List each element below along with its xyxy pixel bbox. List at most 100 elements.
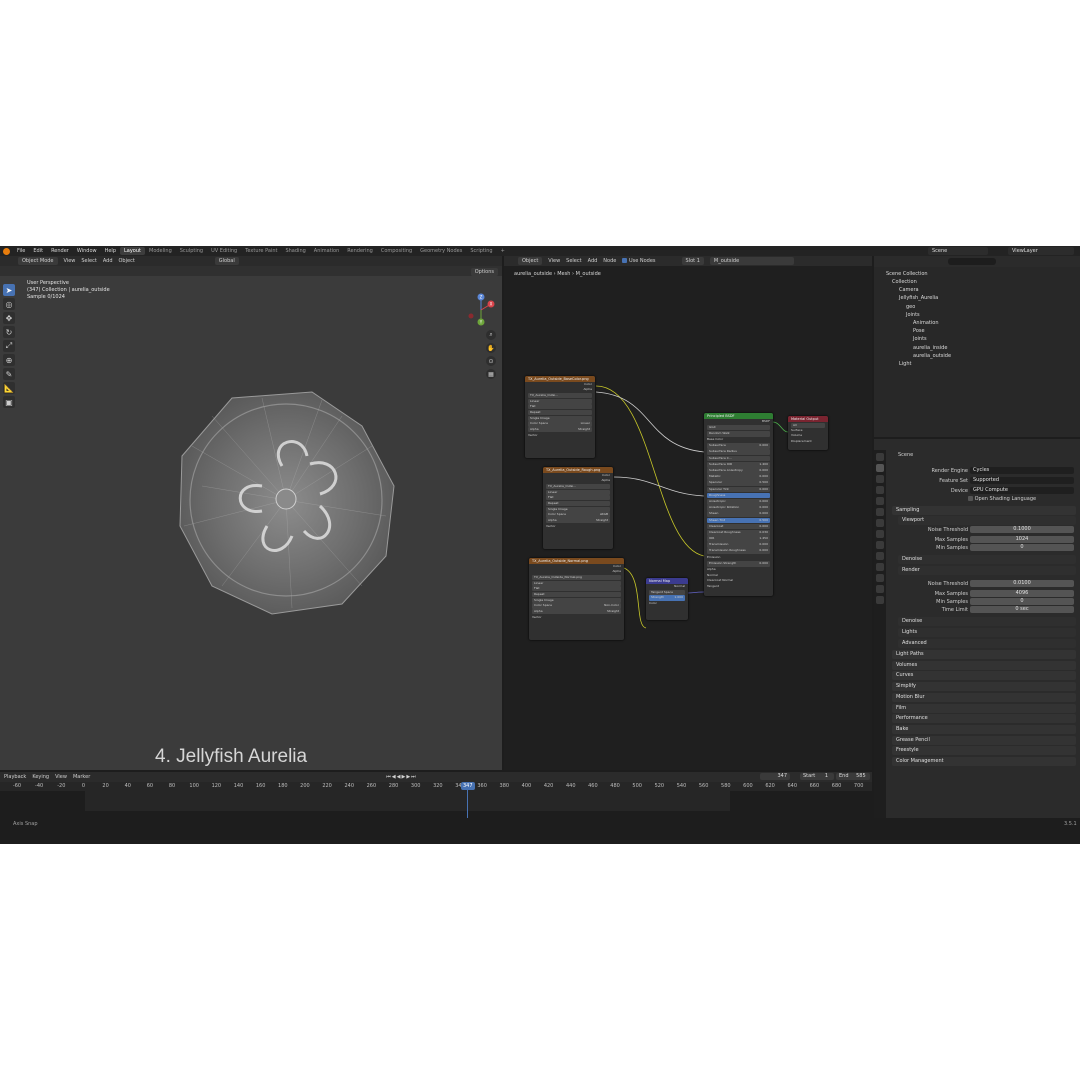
object-tab-icon[interactable]	[876, 519, 884, 527]
timeline-menu-keying[interactable]: Keying	[32, 774, 49, 780]
output-tab-icon[interactable]	[876, 475, 884, 483]
3d-viewport[interactable]: Object Mode View Select Add Object Globa…	[0, 256, 502, 770]
viewport-menu-select[interactable]: Select	[81, 258, 96, 264]
scale-tool-icon[interactable]: ⤢	[3, 340, 15, 352]
osl-checkbox[interactable]: Open Shading Language	[968, 496, 1036, 504]
bsdf-input-row[interactable]: GGX	[707, 424, 770, 431]
viewport-menu-object[interactable]: Object	[119, 258, 135, 264]
bsdf-input-row[interactable]: Metallic 0.000	[707, 474, 770, 480]
render-subpanel[interactable]: Render	[898, 566, 1076, 575]
bsdf-input-row[interactable]: Subsurface Radius	[707, 449, 770, 456]
max-samples-vp-field[interactable]: 1024	[970, 536, 1074, 543]
bsdf-input-row[interactable]: Clearcoat Roughness 0.030	[707, 529, 770, 536]
extension-dropdown[interactable]: Repeat	[546, 500, 610, 507]
interpolation-dropdown[interactable]: Linear	[528, 398, 592, 404]
viewport-subpanel[interactable]: Viewport	[898, 516, 1076, 525]
sampling-panel[interactable]: Sampling	[892, 506, 1076, 515]
options-dropdown[interactable]: Options	[470, 268, 498, 276]
bsdf-input-row[interactable]: Roughness	[707, 492, 770, 499]
tab-sculpting[interactable]: Sculpting	[176, 247, 207, 255]
tab-geometry-nodes[interactable]: Geometry Nodes	[416, 247, 466, 255]
time-limit-field[interactable]: 0 sec	[970, 606, 1074, 613]
end-frame-field[interactable]: End 585	[836, 773, 870, 780]
projection-dropdown[interactable]: Flat	[532, 586, 621, 592]
transform-tool-icon[interactable]: ⊕	[3, 354, 15, 366]
noise-threshold-r-field[interactable]: 0.0100	[970, 580, 1074, 587]
cursor-tool-icon[interactable]: ◎	[3, 298, 15, 310]
denoise-vp-subpanel[interactable]: Denoise	[898, 555, 1076, 564]
outliner-item[interactable]: Collection	[892, 278, 917, 286]
annotate-tool-icon[interactable]: ✎	[3, 368, 15, 380]
normal-map-node[interactable]: Normal Map Normal Tangent Space Strength…	[646, 578, 688, 620]
render-tab-icon[interactable]	[876, 464, 884, 472]
strength-slider[interactable]: Strength 1.000	[649, 595, 685, 601]
timeline-menu-view[interactable]: View	[55, 774, 67, 780]
target-dropdown[interactable]: All	[791, 422, 825, 428]
panel-grease-pencil[interactable]: Grease Pencil	[892, 735, 1076, 745]
physics-tab-icon[interactable]	[876, 552, 884, 560]
timeline-menu-marker[interactable]: Marker	[73, 774, 90, 780]
bsdf-input-row[interactable]: Subsurface Anisotropy 0.000	[707, 468, 770, 474]
outliner[interactable]: Scene Collection Collection Camera Jellyfi…	[874, 256, 1080, 437]
color-space-dropdown[interactable]: Color Space Linear	[528, 421, 592, 427]
menu-edit[interactable]: Edit	[29, 248, 47, 254]
scene-tab-icon[interactable]	[876, 497, 884, 505]
outliner-item[interactable]: Camera	[899, 286, 919, 294]
alpha-dropdown[interactable]: Alpha Straight	[532, 609, 621, 615]
menu-help[interactable]: Help	[101, 248, 120, 254]
texture-tab-icon[interactable]	[876, 596, 884, 604]
image-selector[interactable]: TX_Aurelia_Outside_Normal.png	[532, 574, 621, 581]
move-tool-icon[interactable]: ✥	[3, 312, 15, 324]
add-cube-tool-icon[interactable]: ▣	[3, 396, 15, 408]
tab-rendering[interactable]: Rendering	[343, 247, 377, 255]
menu-file[interactable]: File	[13, 248, 29, 254]
world-tab-icon[interactable]	[876, 508, 884, 516]
playback-controls-icon[interactable]: ⏮◀◀▶▶⏭	[386, 774, 416, 780]
timeline-ruler[interactable]: -60 -40 -20 0 20 40 60 80 100 120 140 160 180 200 220 2…	[0, 782, 872, 791]
outliner-item[interactable]: Pose	[913, 327, 925, 335]
bsdf-input-row[interactable]: Transmission 0.000	[707, 542, 770, 548]
navigation-gizmo[interactable]: Z Y X	[466, 292, 496, 326]
denoise-r-subpanel[interactable]: Denoise	[898, 617, 1076, 626]
rotate-tool-icon[interactable]: ↻	[3, 326, 15, 338]
shader-editor[interactable]: Object View Select Add Node Use Nodes Sl…	[504, 256, 872, 770]
tab-shading[interactable]: Shading	[281, 247, 309, 255]
max-samples-r-field[interactable]: 4096	[970, 590, 1074, 597]
noise-threshold-vp-field[interactable]: 0.1000	[970, 526, 1074, 533]
image-selector[interactable]: TX_Aurelia_Outsi...	[528, 392, 592, 399]
min-samples-r-field[interactable]: 0	[970, 598, 1074, 605]
outliner-scene-collection[interactable]: Scene Collection	[886, 270, 928, 278]
pan-hand-icon[interactable]: ✋	[486, 343, 496, 353]
bsdf-input-row[interactable]: Anisotropic Rotation 0.000	[707, 505, 770, 511]
outliner-item[interactable]: Animation	[913, 319, 939, 327]
projection-dropdown[interactable]: Flat	[546, 495, 610, 501]
material-tab-icon[interactable]	[876, 585, 884, 593]
tab-modeling[interactable]: Modeling	[145, 247, 176, 255]
playhead-frame-label[interactable]: 347	[461, 782, 475, 790]
source-dropdown[interactable]: Single Image	[532, 597, 621, 603]
outliner-item[interactable]: aurelia_outside	[913, 352, 951, 360]
bsdf-input-row[interactable]: Sheen 0.000	[707, 511, 770, 517]
outliner-item[interactable]: Light	[899, 360, 911, 368]
tab-layout[interactable]: Layout	[120, 247, 145, 255]
interpolation-dropdown[interactable]: Linear	[532, 580, 621, 586]
extension-dropdown[interactable]: Repeat	[528, 409, 592, 416]
add-workspace-button[interactable]: +	[497, 247, 509, 255]
color-space-dropdown[interactable]: Color Space Non-Color	[532, 603, 621, 609]
alpha-dropdown[interactable]: Alpha Straight	[546, 518, 610, 524]
panel-light-paths[interactable]: Light Paths	[892, 650, 1076, 659]
bsdf-input-row[interactable]: Clearcoat 0.000	[707, 523, 770, 530]
tab-compositing[interactable]: Compositing	[377, 247, 416, 255]
bsdf-input-row[interactable]: IOR 1.450	[707, 536, 770, 542]
tab-uv-editing[interactable]: UV Editing	[207, 247, 241, 255]
image-texture-node-basecolor[interactable]: TX_Aurelia_Outside_BaseColor.png Color A…	[525, 376, 595, 458]
viewport-menu-view[interactable]: View	[64, 258, 76, 264]
measure-tool-icon[interactable]: 📐	[3, 382, 15, 394]
orientation-dropdown[interactable]: Global	[214, 257, 239, 265]
outliner-item[interactable]: aurelia_inside	[913, 344, 947, 352]
camera-view-icon[interactable]: ⊙	[486, 356, 496, 366]
interpolation-dropdown[interactable]: Linear	[546, 489, 610, 495]
panel-motion-blur[interactable]: Motion Blur	[892, 692, 1076, 702]
space-dropdown[interactable]: Tangent Space	[649, 589, 685, 595]
panel-freestyle[interactable]: Freestyle	[892, 746, 1076, 756]
